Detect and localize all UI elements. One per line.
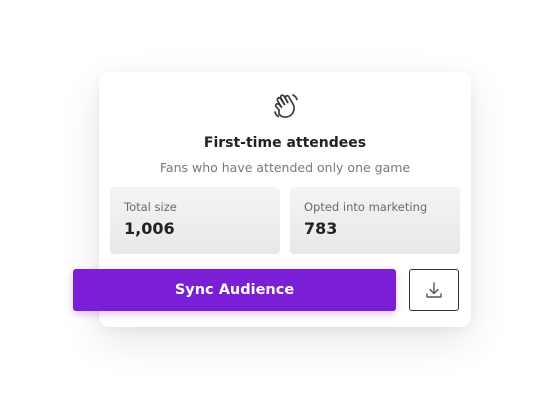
- segment-title: First-time attendees: [203, 135, 367, 151]
- waving-hand-icon: [270, 90, 302, 122]
- stat-value: 1,006: [124, 219, 175, 238]
- stage: First-time attendees Fans who have atten…: [0, 0, 544, 400]
- segment-description: Fans who have attended only one game: [159, 160, 411, 175]
- stat-label: Opted into marketing: [304, 200, 428, 214]
- sync-audience-button[interactable]: Sync Audience: [73, 269, 396, 311]
- download-icon: [426, 282, 442, 298]
- total-size-stat: Total size 1,006: [110, 187, 280, 254]
- stat-label: Total size: [124, 200, 177, 214]
- stat-value: 783: [304, 219, 338, 238]
- download-button[interactable]: [409, 269, 459, 311]
- opted-in-stat: Opted into marketing 783: [290, 187, 460, 254]
